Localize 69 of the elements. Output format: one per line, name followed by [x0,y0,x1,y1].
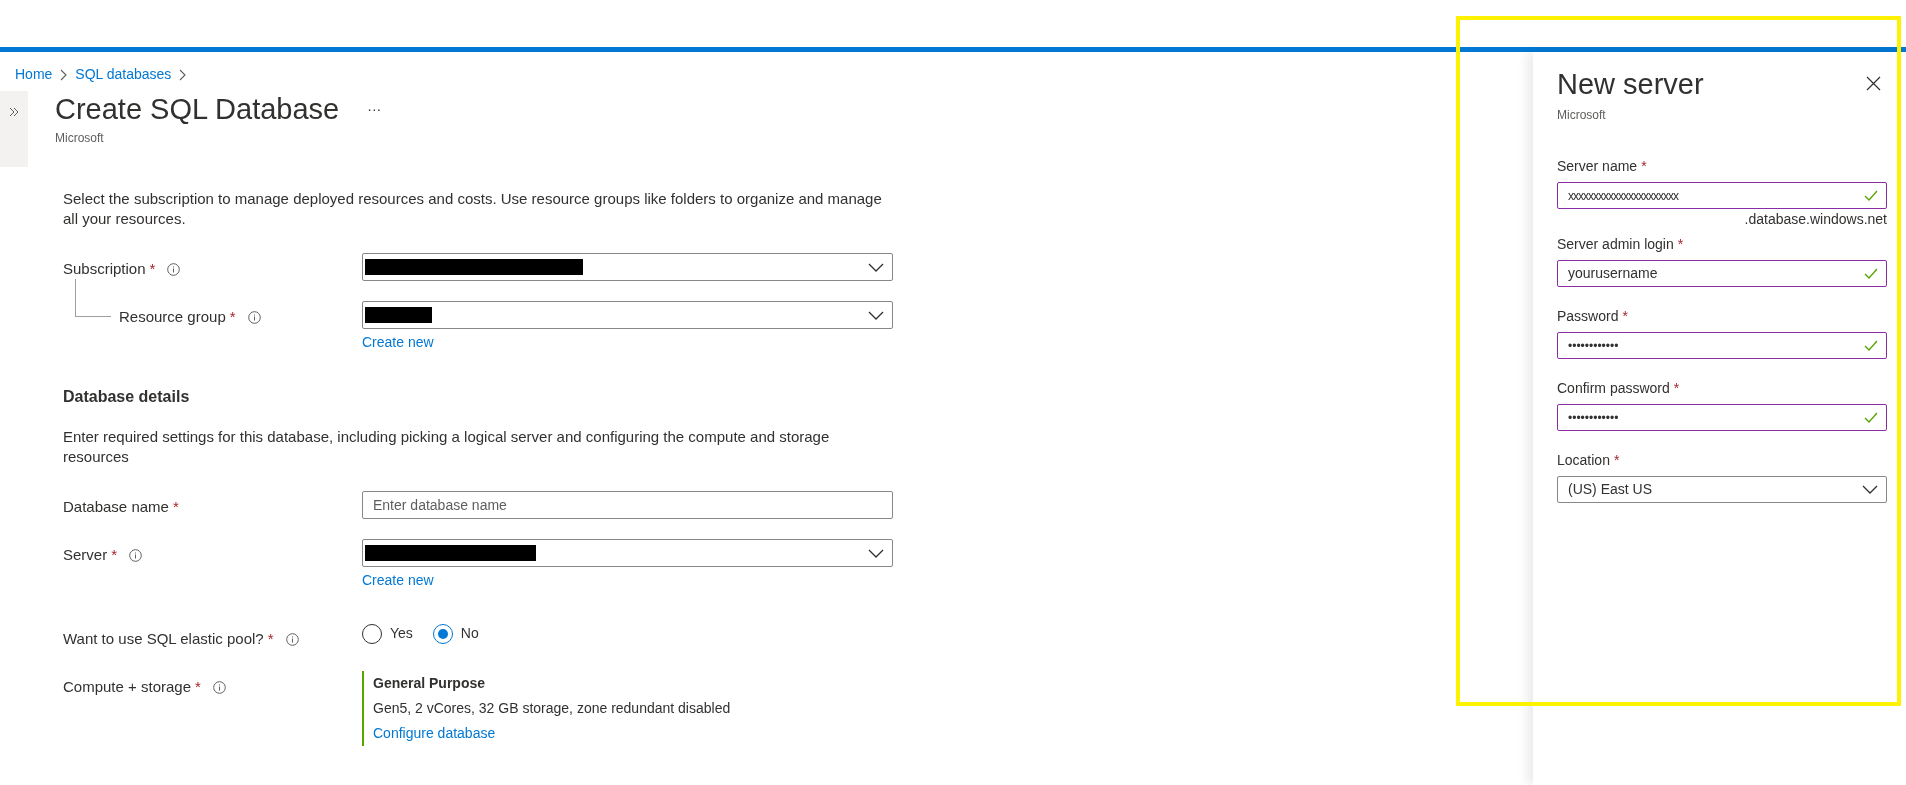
section-description: Select the subscription to manage deployed resources and costs. Use resource groups like folders to organize and manage all your resources. [63,189,883,229]
field-label: Server [63,545,108,565]
create-new-link[interactable]: Create new [362,570,434,591]
chevron-right-icon [179,68,187,81]
checkmark-icon [1864,268,1878,279]
close-button[interactable] [1864,74,1883,93]
radio-label: Yes [390,624,413,643]
checkmark-icon [1864,340,1878,351]
dropdown[interactable] [362,301,893,329]
summary-title: General Purpose [373,674,487,693]
chevron-down-icon [868,262,884,272]
required-asterisk: * [195,677,201,697]
dropdown[interactable] [362,253,893,281]
field-label: Resource group [119,307,226,327]
chevron-down-icon [1862,485,1878,494]
required-asterisk: * [267,629,274,649]
required-asterisk: * [149,259,156,279]
checkmark-icon [1864,412,1878,423]
required-asterisk: * [1622,306,1628,326]
dropdown[interactable]: (US) East US [1557,476,1887,503]
info-icon [129,548,143,562]
text-field[interactable]: yourusername [1557,260,1887,287]
field-label: Confirm password [1557,378,1670,398]
tree-connector [75,279,111,317]
required-asterisk: * [1673,378,1680,398]
page-title: Create SQL Database [55,92,340,127]
password-field[interactable]: •••••••••••• [1557,404,1887,431]
field-label: Compute + storage [63,677,191,697]
publisher-text: Microsoft [55,130,105,147]
info-icon [167,262,181,276]
chevron-down-icon [868,548,884,558]
breadcrumb-link[interactable]: SQL databases [75,64,172,85]
publisher-text: Microsoft [1557,107,1607,124]
text-field[interactable]: Enter database name [362,491,893,519]
chevron-right-icon [60,68,68,81]
section-heading: Database details [63,387,191,407]
summary-detail: Gen5, 2 vCores, 32 GB storage, zone redundant disabled [373,699,732,718]
required-asterisk: * [1613,450,1620,470]
required-asterisk: * [1641,156,1647,176]
radio-label: No [460,624,479,643]
field-label: Password [1557,306,1619,326]
section-description: Enter required settings for this database, including picking a logical server and configuring the compute and storage resources [63,427,831,467]
chevron-down-icon [868,310,884,320]
field-label: Database name [63,497,169,517]
password-field[interactable]: •••••••••••• [1557,332,1887,359]
field-label: Server name [1557,156,1638,176]
breadcrumb-link[interactable]: Home [15,64,53,85]
field-label: Location [1557,450,1610,470]
info-icon [247,310,261,324]
required-asterisk: * [111,545,118,565]
dropdown[interactable] [362,539,893,567]
configure-database-link[interactable]: Configure database [373,723,496,744]
field-label: Subscription [63,259,146,279]
domain-suffix: .database.windows.net [1744,211,1887,227]
info-icon [212,680,226,694]
checkmark-icon [1864,190,1878,201]
field-label: Server admin login [1557,234,1674,254]
create-new-link[interactable]: Create new [362,332,434,353]
panel-title: New server [1557,67,1704,102]
required-asterisk: * [172,497,179,517]
required-asterisk: * [1677,234,1684,254]
text-field[interactable]: xxxxxxxxxxxxxxxxxxxxxx [1557,182,1887,209]
more-button[interactable]: ··· [367,98,382,120]
required-asterisk: * [229,307,236,327]
sidebar-toggle[interactable] [0,91,28,167]
redaction-bar [365,307,433,323]
double-chevron-icon [9,107,19,117]
info-icon [285,632,299,646]
field-label: Want to use SQL elastic pool? [63,629,264,649]
